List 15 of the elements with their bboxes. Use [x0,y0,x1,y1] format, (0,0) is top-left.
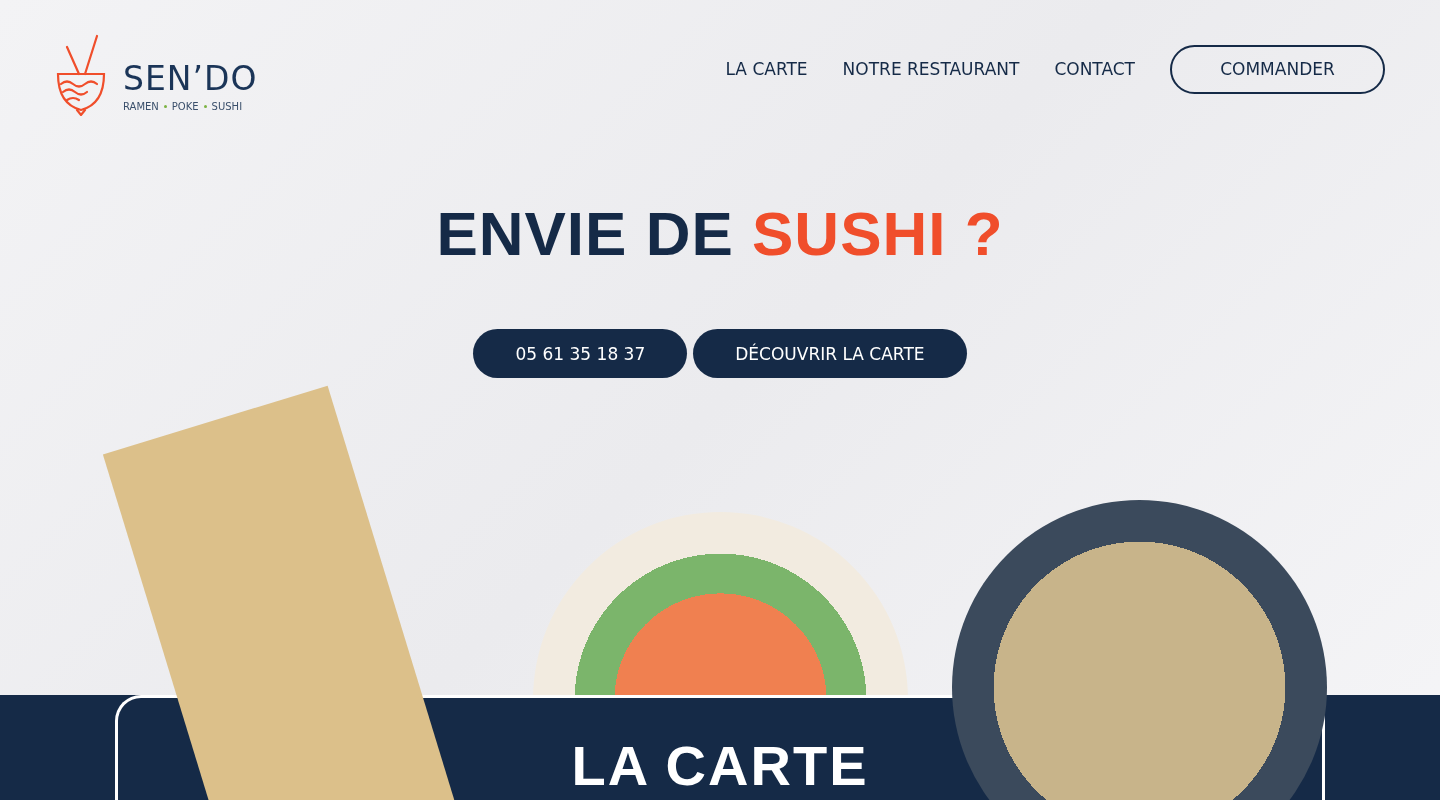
tagline-text: SUSHI [211,101,243,112]
nav-link[interactable]: LA CARTE [725,59,808,79]
nav-link[interactable]: CONTACT [1054,59,1135,79]
hero-button[interactable]: DÉCOUVRIR LA CARTE [693,329,967,378]
logo-wordmark: SEN’DO [123,62,258,95]
dot-icon [203,105,207,108]
hero-headline: ENVIE DE SUSHI ? [436,198,1004,269]
dot-icon [163,105,167,108]
order-button[interactable]: COMMANDER [1170,44,1385,94]
nav-link[interactable]: NOTRE RESTAURANT [842,59,1020,79]
bowl-chopsticks-icon [55,34,107,116]
section-title: LA CARTE [571,738,869,799]
hero-button[interactable]: 05 61 35 18 37 [473,329,688,378]
tagline-text: POKE [171,101,199,112]
tagline-text: RAMEN [123,101,159,112]
